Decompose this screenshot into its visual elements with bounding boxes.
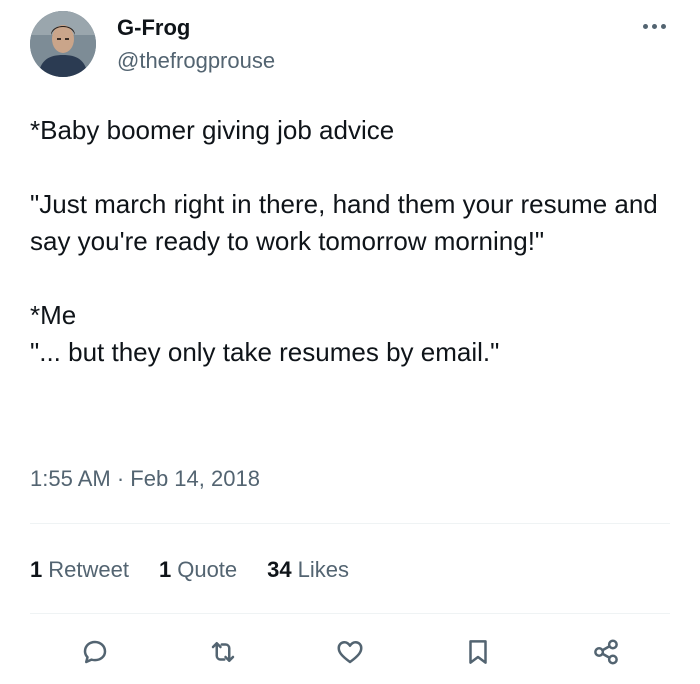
tweet-line: "Just march right in there, hand them yo… — [30, 189, 665, 256]
bookmark-icon[interactable] — [460, 634, 496, 670]
engagement-stats: 1 Retweet 1 Quote 34 Likes — [30, 554, 379, 586]
share-icon[interactable] — [588, 634, 624, 670]
reply-icon[interactable] — [77, 634, 113, 670]
retweets-label: Retweet — [48, 557, 129, 582]
quotes-label: Quote — [177, 557, 238, 582]
retweets-count: 1 — [30, 557, 43, 582]
tweet-timestamp[interactable]: 1:55 AM · Feb 14, 2018 — [30, 464, 260, 494]
author-handle[interactable]: @thefrogprouse — [117, 47, 275, 75]
tweet-line: *Baby boomer giving job advice — [30, 115, 395, 145]
retweet-icon[interactable] — [205, 634, 241, 670]
likes-stat[interactable]: 34 Likes — [267, 557, 349, 583]
likes-count: 34 — [267, 557, 292, 582]
retweets-stat[interactable]: 1 Retweet — [30, 557, 129, 583]
author-name[interactable]: G-Frog — [117, 14, 190, 42]
quotes-stat[interactable]: 1 Quote — [159, 557, 237, 583]
divider — [30, 613, 670, 614]
divider — [30, 523, 670, 524]
tweet-card: G-Frog @thefrogprouse *Baby boomer givin… — [0, 0, 700, 684]
likes-label: Likes — [297, 557, 349, 582]
tweet-text: *Baby boomer giving job advice "Just mar… — [30, 112, 660, 371]
avatar[interactable] — [30, 11, 96, 77]
tweet-line: *Me — [30, 300, 77, 330]
more-options-icon[interactable] — [636, 16, 672, 36]
avatar-image — [30, 11, 96, 77]
tweet-line: "... but they only take resumes by email… — [30, 337, 500, 367]
quotes-count: 1 — [158, 557, 172, 582]
like-icon[interactable] — [332, 634, 368, 670]
